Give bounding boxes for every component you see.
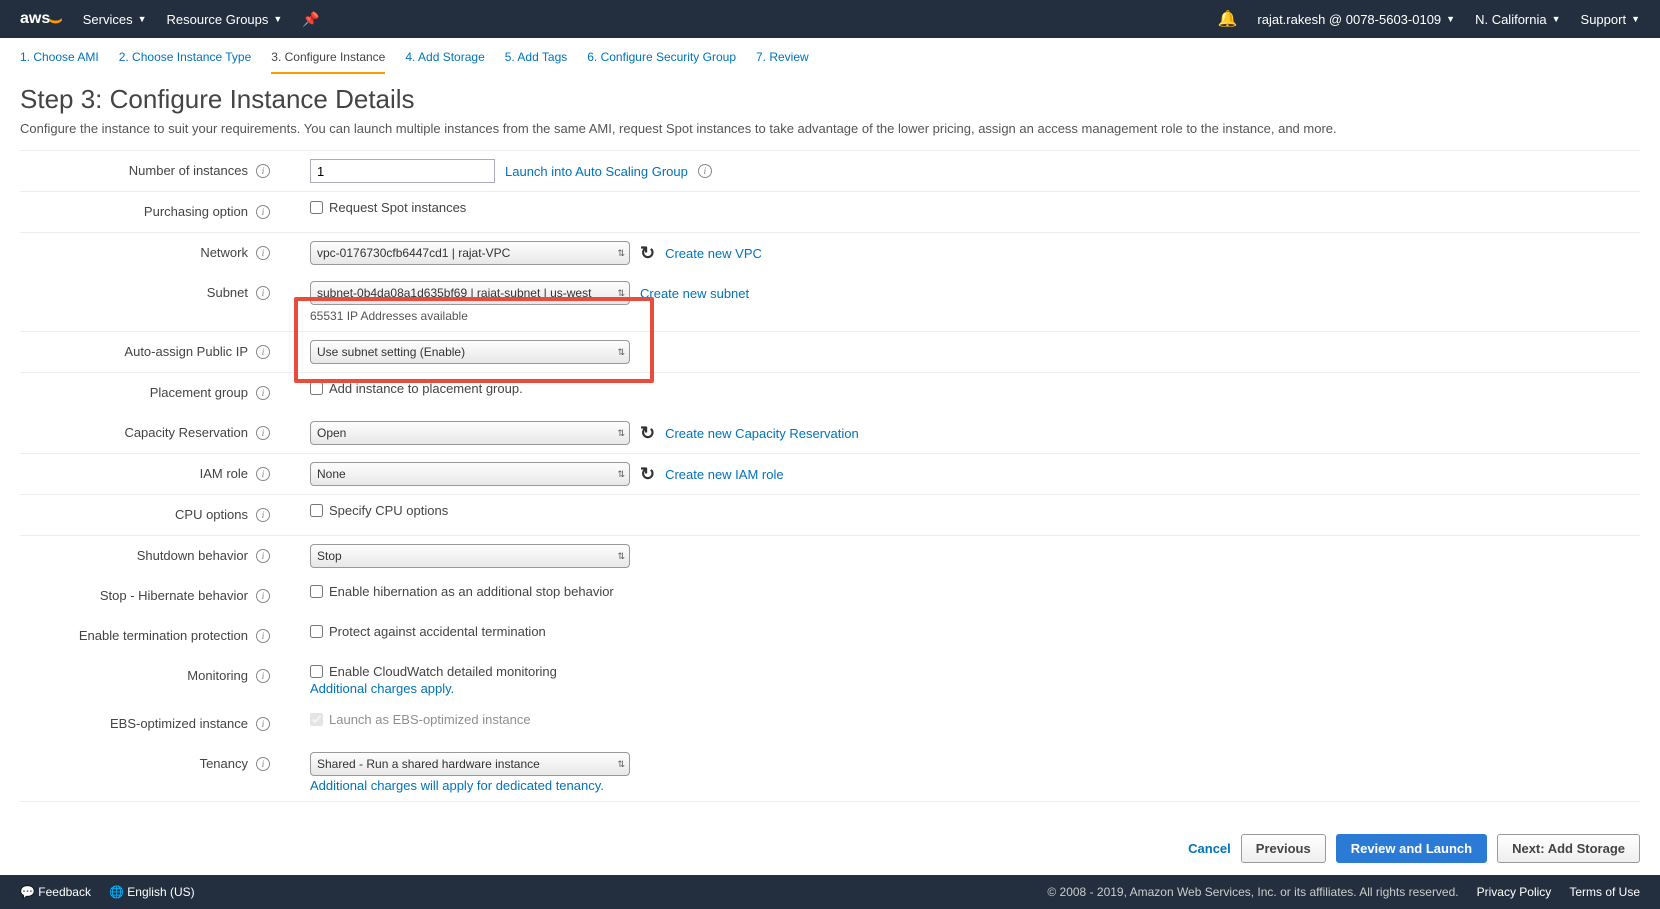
tab-add-tags[interactable]: 5. Add Tags <box>505 50 568 74</box>
tenancy-charges-link[interactable]: Additional charges will apply for dedica… <box>310 778 604 793</box>
label-monitoring: Monitoring <box>187 664 248 688</box>
info-icon[interactable]: i <box>256 286 270 300</box>
resource-groups-menu[interactable]: Resource Groups▼ <box>167 12 283 27</box>
auto-assign-select[interactable]: Use subnet setting (Enable) <box>310 340 630 364</box>
monitoring-label: Enable CloudWatch detailed monitoring <box>329 664 557 679</box>
network-select[interactable]: vpc-0176730cfb6447cd1 | rajat-VPC <box>310 241 630 265</box>
info-icon[interactable]: i <box>256 549 270 563</box>
label-num-instances: Number of instances <box>129 159 248 183</box>
label-network: Network <box>200 241 248 265</box>
subnet-select[interactable]: subnet-0b4da08a1d635bf69 | rajat-subnet … <box>310 281 630 305</box>
hibernate-label: Enable hibernation as an additional stop… <box>329 584 614 599</box>
label-shutdown: Shutdown behavior <box>137 544 248 568</box>
info-icon[interactable]: i <box>256 629 270 643</box>
wizard-footer: Cancel Previous Review and Launch Next: … <box>0 822 1660 875</box>
info-icon[interactable]: i <box>256 345 270 359</box>
tab-instance-type[interactable]: 2. Choose Instance Type <box>119 50 252 74</box>
refresh-icon[interactable]: ↻ <box>640 243 655 264</box>
tab-review[interactable]: 7. Review <box>756 50 809 74</box>
label-placement: Placement group <box>150 381 248 405</box>
refresh-icon[interactable]: ↻ <box>640 464 655 485</box>
cpu-checkbox[interactable] <box>310 504 323 517</box>
pin-icon[interactable]: 📌 <box>302 11 319 28</box>
monitoring-charges-link[interactable]: Additional charges apply. <box>310 681 454 696</box>
label-cpu: CPU options <box>175 503 248 527</box>
shutdown-select[interactable]: Stop <box>310 544 630 568</box>
label-termination: Enable termination protection <box>79 624 248 648</box>
hibernate-checkbox[interactable] <box>310 585 323 598</box>
placement-label: Add instance to placement group. <box>329 381 523 396</box>
subnet-ip-note: 65531 IP Addresses available <box>310 309 749 323</box>
placement-checkbox[interactable] <box>310 382 323 395</box>
cpu-label: Specify CPU options <box>329 503 448 518</box>
termination-checkbox[interactable] <box>310 625 323 638</box>
create-iam-link[interactable]: Create new IAM role <box>665 467 784 482</box>
spot-checkbox[interactable] <box>310 201 323 214</box>
info-icon[interactable]: i <box>256 669 270 683</box>
ebs-label: Launch as EBS-optimized instance <box>329 712 531 727</box>
info-icon[interactable]: i <box>256 164 270 178</box>
label-tenancy: Tenancy <box>200 752 248 776</box>
caret-down-icon: ▼ <box>1552 14 1561 24</box>
iam-select[interactable]: None <box>310 462 630 486</box>
wizard-tabs: 1. Choose AMI 2. Choose Instance Type 3.… <box>0 38 1660 74</box>
previous-button[interactable]: Previous <box>1241 834 1326 863</box>
termination-label: Protect against accidental termination <box>329 624 546 639</box>
tab-add-storage[interactable]: 4. Add Storage <box>405 50 484 74</box>
tab-configure-instance[interactable]: 3. Configure Instance <box>271 50 385 74</box>
label-subnet: Subnet <box>207 281 248 305</box>
label-purchasing: Purchasing option <box>144 200 248 224</box>
label-hibernate: Stop - Hibernate behavior <box>100 584 248 608</box>
tab-security-group[interactable]: 6. Configure Security Group <box>587 50 736 74</box>
ebs-checkbox <box>310 713 323 726</box>
aws-logo[interactable]: aws⌣ <box>20 10 63 28</box>
create-capacity-link[interactable]: Create new Capacity Reservation <box>665 426 859 441</box>
info-icon[interactable]: i <box>256 717 270 731</box>
region-menu[interactable]: N. California▼ <box>1475 12 1560 27</box>
create-vpc-link[interactable]: Create new VPC <box>665 246 762 261</box>
info-icon[interactable]: i <box>256 467 270 481</box>
caret-down-icon: ▼ <box>1446 14 1455 24</box>
notifications-icon[interactable]: 🔔 <box>1217 9 1237 29</box>
num-instances-input[interactable] <box>310 159 495 183</box>
info-icon[interactable]: i <box>256 426 270 440</box>
page-footer: 💬 Feedback 🌐 English (US) © 2008 - 2019,… <box>0 875 1660 909</box>
spot-label: Request Spot instances <box>329 200 466 215</box>
services-menu[interactable]: Services▼ <box>83 12 147 27</box>
caret-down-icon: ▼ <box>1631 14 1640 24</box>
page-title: Step 3: Configure Instance Details <box>20 84 1640 115</box>
create-subnet-link[interactable]: Create new subnet <box>640 286 749 301</box>
support-menu[interactable]: Support▼ <box>1581 12 1640 27</box>
top-nav: aws⌣ Services▼ Resource Groups▼ 📌 🔔 raja… <box>0 0 1660 38</box>
next-button[interactable]: Next: Add Storage <box>1497 834 1640 863</box>
tenancy-select[interactable]: Shared - Run a shared hardware instance <box>310 752 630 776</box>
info-icon[interactable]: i <box>256 205 270 219</box>
page-subtitle: Configure the instance to suit your requ… <box>20 121 1640 136</box>
label-iam: IAM role <box>200 462 248 486</box>
info-icon[interactable]: i <box>256 757 270 771</box>
label-auto-assign: Auto-assign Public IP <box>124 340 248 364</box>
label-capacity: Capacity Reservation <box>124 421 248 445</box>
info-icon[interactable]: i <box>256 246 270 260</box>
capacity-select[interactable]: Open <box>310 421 630 445</box>
asg-link[interactable]: Launch into Auto Scaling Group <box>505 164 688 179</box>
info-icon[interactable]: i <box>256 386 270 400</box>
info-icon[interactable]: i <box>256 589 270 603</box>
refresh-icon[interactable]: ↻ <box>640 423 655 444</box>
info-icon[interactable]: i <box>256 508 270 522</box>
label-ebs: EBS-optimized instance <box>110 712 248 736</box>
monitoring-checkbox[interactable] <box>310 665 323 678</box>
info-icon[interactable]: i <box>698 164 712 178</box>
caret-down-icon: ▼ <box>138 14 147 24</box>
account-menu[interactable]: rajat.rakesh @ 0078-5603-0109▼ <box>1257 12 1455 27</box>
cancel-button[interactable]: Cancel <box>1188 841 1231 856</box>
caret-down-icon: ▼ <box>273 14 282 24</box>
tab-choose-ami[interactable]: 1. Choose AMI <box>20 50 99 74</box>
review-launch-button[interactable]: Review and Launch <box>1336 834 1487 863</box>
